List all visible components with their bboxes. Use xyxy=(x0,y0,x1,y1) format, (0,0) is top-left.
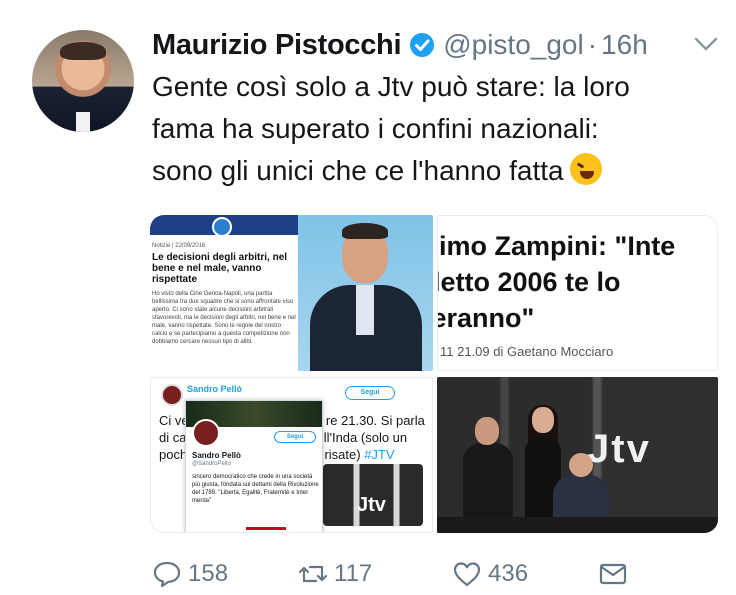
embedded-username: Sandro Pellò xyxy=(187,384,243,394)
red-underline xyxy=(246,527,286,530)
tweet-text-container: Gente così solo a Jtv può stare: la loro… xyxy=(152,66,722,192)
article-byline: 11 21.09 di Gaetano Mocciaro xyxy=(440,344,614,359)
person-photo xyxy=(298,215,433,371)
profile-card: Segui Sandro Pellò @SandroPello sincero … xyxy=(185,400,323,532)
tweet-header: Maurizio Pistocchi @pisto_gol · 16h xyxy=(152,26,648,64)
media-image-3[interactable]: Sandro Pellò Segui Ci ve re 21.30. Si pa… xyxy=(150,377,433,533)
article-headline: Le decisioni degli arbitri, nel bene e n… xyxy=(152,252,288,285)
author-handle[interactable]: @pisto_gol xyxy=(443,29,584,61)
embedded-avatar xyxy=(161,384,183,406)
follow-button: Segui xyxy=(345,386,395,400)
embedded-thumbnail: Jtv xyxy=(323,464,423,526)
person-collar xyxy=(356,285,374,335)
reply-button[interactable]: 158 xyxy=(152,557,228,591)
envelope-icon xyxy=(599,563,627,585)
chevron-down-icon[interactable] xyxy=(692,34,720,54)
studio-floor xyxy=(437,517,718,533)
article-headline: simo Zampini: "Inte detto 2006 te lo ier… xyxy=(438,231,676,333)
tweet-text: Gente così solo a Jtv può stare: la loro… xyxy=(152,71,630,186)
media-grid: Notizie | 22/09/2016 Le decisioni degli … xyxy=(150,215,718,533)
article-body: Ho visto della Cine Genoa-Napoli, una pa… xyxy=(152,291,296,345)
separator-dot: · xyxy=(587,29,598,60)
avatar-shirt xyxy=(76,112,90,132)
verified-badge-icon xyxy=(409,32,435,58)
person-hair xyxy=(342,223,388,239)
retweet-count: 117 xyxy=(334,560,373,587)
reply-count: 158 xyxy=(188,560,229,587)
tweet-timestamp[interactable]: 16h xyxy=(601,29,648,61)
hashtag: #JTV xyxy=(364,447,395,462)
retweet-button[interactable]: 117 xyxy=(298,557,372,591)
avatar-hair xyxy=(60,42,106,60)
reply-icon xyxy=(153,561,181,588)
thumbnail-logo: Jtv xyxy=(357,494,386,516)
direct-message-button[interactable] xyxy=(598,557,628,591)
article-meta: Notizie | 22/09/2016 xyxy=(152,243,206,249)
tweet: Maurizio Pistocchi @pisto_gol · 16h Gent… xyxy=(0,0,736,595)
club-logo-icon xyxy=(212,217,232,237)
media-image-1[interactable]: Notizie | 22/09/2016 Le decisioni degli … xyxy=(150,215,433,371)
heart-icon xyxy=(453,562,481,587)
profile-follow-button: Segui xyxy=(274,431,316,443)
avatar[interactable] xyxy=(32,30,134,132)
profile-name: Sandro Pellò xyxy=(192,451,241,460)
like-button[interactable]: 436 xyxy=(452,557,528,591)
retweet-icon xyxy=(298,565,328,583)
profile-avatar xyxy=(192,419,220,447)
media-image-2[interactable]: simo Zampini: "Inte detto 2006 te lo ier… xyxy=(437,215,718,371)
tweet-actions: 158 117 436 xyxy=(152,557,652,591)
article-screenshot: Notizie | 22/09/2016 Le decisioni degli … xyxy=(150,215,298,371)
person-left xyxy=(463,417,513,533)
media-image-4[interactable]: Jtv xyxy=(437,377,718,533)
author-name[interactable]: Maurizio Pistocchi xyxy=(152,29,402,62)
like-count: 436 xyxy=(488,560,529,587)
profile-bio: sincero democratico che crede in una soc… xyxy=(192,474,319,504)
embedded-tweet-screenshot: Sandro Pellò Segui Ci ve re 21.30. Si pa… xyxy=(151,378,432,532)
profile-handle: @SandroPello xyxy=(192,461,231,467)
rolling-on-floor-laughing-emoji xyxy=(569,153,602,185)
